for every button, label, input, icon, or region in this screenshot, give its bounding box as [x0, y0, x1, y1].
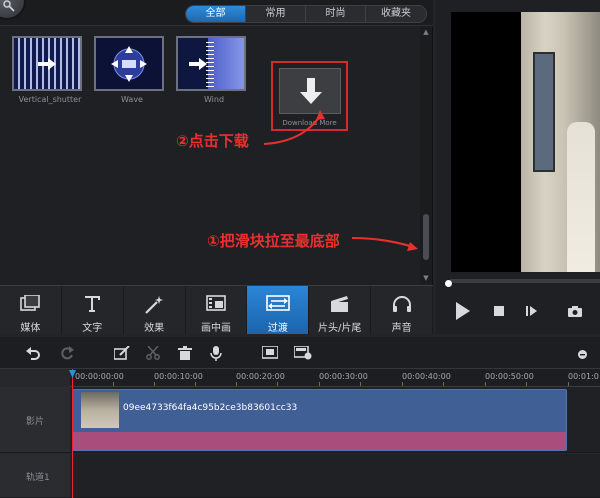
filter-tab-common[interactable]: 常用 — [246, 6, 306, 22]
wind-thumbnail — [176, 36, 246, 91]
category-effects[interactable]: 效果 — [124, 286, 186, 334]
track-header-video: 影片 — [0, 387, 70, 453]
timeline-toolbar — [0, 337, 600, 369]
video-clip[interactable]: 09ee4733f64fa4c95b2ce3b83601cc33 — [72, 389, 567, 451]
annotation-arrow-right-icon — [352, 237, 418, 251]
track-header-track1: 轨道1 — [0, 454, 70, 498]
filter-tab-fashion[interactable]: 时尚 — [306, 6, 366, 22]
timeline-ruler[interactable]: 00:00:00:00 00:00:10:00 00:00:20:00 00:0… — [70, 369, 600, 387]
category-label: 声音 — [391, 323, 412, 334]
playhead[interactable] — [72, 369, 73, 498]
screen-capture-icon[interactable] — [262, 346, 278, 360]
seek-bar[interactable] — [450, 279, 600, 283]
transition-label: Wind — [203, 95, 225, 104]
search-logo[interactable] — [0, 0, 26, 20]
category-sound[interactable]: 声音 — [371, 286, 434, 334]
headphones-icon — [392, 296, 411, 312]
pip-filmstrip-icon — [206, 295, 226, 311]
transition-grid: Vertical_shutter Wave Wind Download More… — [0, 26, 418, 284]
category-label: 过渡 — [267, 323, 288, 334]
microphone-icon[interactable] — [210, 346, 222, 361]
ruler-label: 00:00:10:00 — [154, 372, 203, 381]
snapshot-camera-icon[interactable] — [568, 306, 582, 317]
transition-label: Wave — [121, 95, 143, 104]
vertical-shutter-icon — [38, 57, 56, 70]
track-label: 轨道1 — [26, 473, 50, 483]
annotation-drag-scroll: ①把滑块拉至最底部 — [207, 232, 340, 250]
clapperboard-icon — [330, 296, 348, 312]
category-transition[interactable]: 过渡 — [247, 286, 310, 334]
library-header: 全部 常用 时尚 收藏夹 — [0, 0, 433, 26]
zoom-out-icon[interactable] — [578, 350, 587, 359]
annotation-click-download: ②点击下载 — [176, 132, 249, 150]
stop-icon[interactable] — [494, 306, 504, 316]
scroll-up-icon[interactable]: ▲ — [422, 28, 430, 36]
ruler-label: 00:01:0 — [568, 372, 599, 381]
ruler-label: 00:00:20:00 — [236, 372, 285, 381]
ruler-label: 00:00:00:00 — [75, 372, 124, 381]
wave-thumbnail — [94, 36, 164, 91]
category-bar: 媒体 文字 效果 画中画 过渡 片头/片尾 声音 — [0, 285, 434, 334]
transition-tile-wave[interactable]: Wave — [94, 36, 170, 104]
category-label: 片头/片尾 — [318, 323, 362, 334]
filter-tab-favorites[interactable]: 收藏夹 — [366, 6, 426, 22]
delete-trash-icon[interactable] — [178, 346, 192, 360]
effects-wand-icon — [145, 296, 164, 314]
seek-handle[interactable] — [445, 280, 452, 287]
category-label: 效果 — [144, 323, 165, 334]
transition-tile-wind[interactable]: Wind — [176, 36, 252, 104]
track-label: 影片 — [26, 417, 45, 427]
track-1-lane[interactable] — [70, 454, 600, 498]
scrollbar-thumb[interactable] — [423, 214, 429, 260]
search-icon — [3, 0, 15, 12]
scroll-down-icon[interactable]: ▼ — [422, 274, 430, 282]
undo-icon[interactable] — [26, 346, 40, 360]
edit-icon[interactable] — [114, 346, 130, 360]
play-icon[interactable] — [456, 302, 470, 320]
category-text[interactable]: 文字 — [62, 286, 124, 334]
clip-audio-strip — [73, 432, 566, 450]
transition-icon — [266, 295, 290, 311]
clip-thumbnail — [81, 392, 119, 428]
transition-label: Vertical_shutter — [18, 95, 82, 104]
media-icon — [20, 295, 41, 311]
category-titles[interactable]: 片头/片尾 — [309, 286, 372, 334]
timeline-panel: 00:00:00:00 00:00:10:00 00:00:20:00 00:0… — [0, 337, 600, 498]
filter-tab-all[interactable]: 全部 — [186, 6, 246, 22]
category-label: 画中画 — [201, 323, 231, 334]
category-label: 文字 — [82, 323, 103, 334]
text-icon — [85, 296, 101, 312]
video-editor-window: 全部 常用 时尚 收藏夹 Vertical_shutter Wave Wind … — [0, 0, 600, 498]
category-pip[interactable]: 画中画 — [186, 286, 248, 334]
ruler-label: 00:00:50:00 — [485, 372, 534, 381]
wind-icon — [188, 57, 207, 70]
category-media[interactable]: 媒体 — [0, 286, 62, 334]
library-scrollbar[interactable]: ▲ ▼ — [420, 26, 432, 284]
cut-scissors-icon[interactable] — [146, 346, 160, 360]
category-label: 媒体 — [20, 323, 41, 334]
vertical-shutter-thumbnail — [12, 36, 82, 91]
redo-icon[interactable] — [60, 346, 74, 360]
clip-name: 09ee4733f64fa4c95b2ce3b83601cc33 — [123, 403, 298, 413]
transition-tile-vertical-shutter[interactable]: Vertical_shutter — [12, 36, 88, 104]
playhead-marker-icon[interactable] — [69, 370, 76, 378]
download-arrow-icon — [300, 78, 322, 104]
annotation-arrow-up-icon — [263, 110, 325, 145]
next-frame-icon[interactable] — [526, 306, 538, 316]
filter-tabs: 全部 常用 时尚 收藏夹 — [185, 5, 427, 23]
ruler-label: 00:00:30:00 — [319, 372, 368, 381]
preview-panel — [436, 0, 600, 334]
library-panel: 全部 常用 时尚 收藏夹 Vertical_shutter Wave Wind … — [0, 0, 434, 334]
video-preview — [451, 12, 600, 272]
settings-media-icon[interactable] — [294, 346, 312, 360]
video-frame — [521, 12, 600, 272]
ruler-label: 00:00:40:00 — [402, 372, 451, 381]
wave-icon — [111, 45, 147, 82]
